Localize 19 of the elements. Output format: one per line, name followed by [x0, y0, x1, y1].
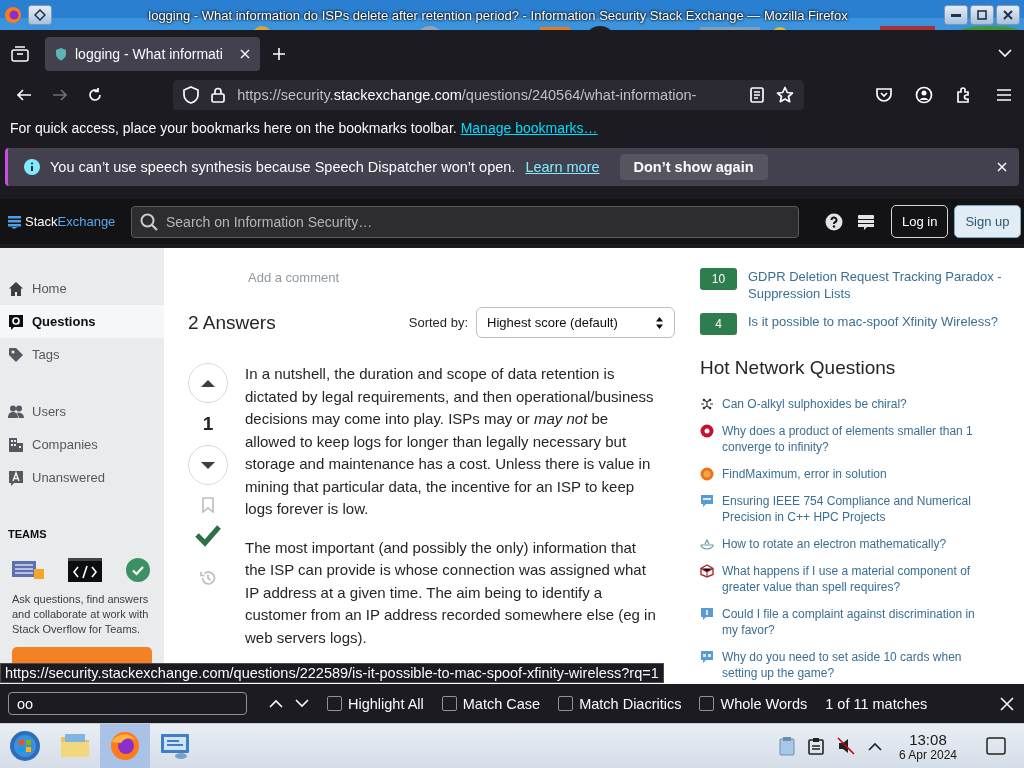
status-url-tooltip: https://security.stackexchange.com/questions/222589/is-it-possible-to-mac-spoof-xfinity-wireless?rq=1 [0, 663, 664, 683]
answer-paragraph: In a nutshell, the duration and scope of data retention is dictated by legal requirements, and then operational/business decisions may come into play. ISPs may or may not be allowed to keep logs for longer than legally necessary but storage and maintenance has a cost. Unless there is value in mining that particular data, the incentive for an ISP to keep logs forever is low. [245, 364, 655, 519]
url-text: https://security.stackexchange.com/questions/240564/what-information- [237, 87, 698, 103]
window-title: logging - What information do ISPs delete after retention period? - Information Security Stack Exchange — Mozilla Firefox [147, 7, 849, 23]
bookmarks-hint: For quick access, place your bookmarks here on the bookmarks toolbar. [10, 120, 457, 136]
score-badge: 10 [700, 268, 737, 290]
vote-count: 1 [202, 412, 214, 436]
answers-count: 2 Answers [188, 311, 276, 334]
site-logo-text: StackExchange [25, 214, 116, 229]
match-count: 1 of 11 matches [825, 695, 928, 712]
section-heading: Hot Network Questions [700, 357, 897, 379]
clock-date: 6 Apr 2024 [898, 747, 957, 762]
section-heading: TEAMS [8, 528, 48, 540]
answer-paragraph: The most important (and possibly the only) information that the ISP can provide is whose connection was assigned what IP address at a given time. The aim being to identify a customer from an IP address recorded somewhere else (eg in web servers logs). [245, 537, 657, 648]
teams-description: Ask questions, find answers and collaborate at work with Stack Overflow for Teams. [12, 592, 150, 637]
clock-time: 13:08 [909, 730, 947, 748]
sort-label: Sorted by: [408, 315, 468, 330]
notification-message: You can’t use speech synthesis because Speech Dispatcher won’t open. [50, 159, 516, 175]
score-badge: 4 [700, 313, 737, 335]
